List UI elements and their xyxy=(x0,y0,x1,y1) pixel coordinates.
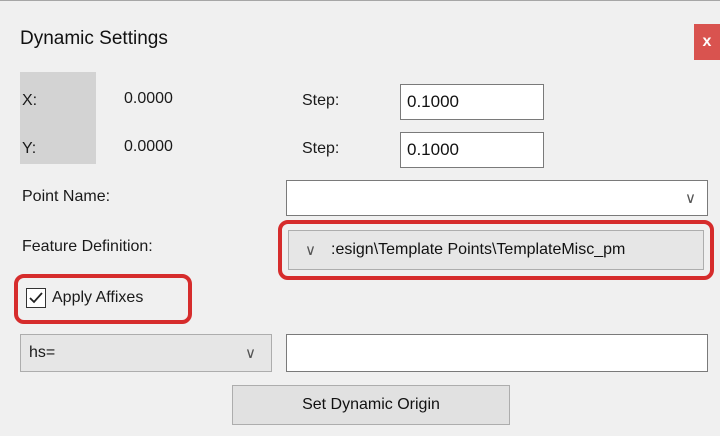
top-border xyxy=(0,0,720,1)
affix-text-input[interactable] xyxy=(286,334,708,372)
point-name-dropdown[interactable]: ∨ xyxy=(286,180,708,216)
close-button[interactable]: x xyxy=(694,24,720,60)
x-label: X: xyxy=(22,92,38,109)
feature-definition-value: :esign\Template Points\TemplateMisc_pm xyxy=(331,241,626,258)
y-label: Y: xyxy=(22,140,37,157)
point-name-label: Point Name: xyxy=(22,188,111,205)
checkmark-icon xyxy=(29,292,43,304)
affix-mode-dropdown[interactable]: hs= ∨ xyxy=(20,334,272,372)
dialog-title: Dynamic Settings xyxy=(20,28,168,49)
affix-mode-value: hs= xyxy=(29,344,56,361)
apply-affixes-checkbox[interactable] xyxy=(26,288,46,308)
feature-definition-label: Feature Definition: xyxy=(22,238,153,255)
y-step-label: Step: xyxy=(302,140,340,157)
x-value: 0.0000 xyxy=(124,90,173,107)
y-step-input[interactable] xyxy=(400,132,544,168)
chevron-down-icon: ∨ xyxy=(685,190,696,207)
x-step-label: Step: xyxy=(302,92,340,109)
apply-affixes-label[interactable]: Apply Affixes xyxy=(52,289,143,307)
set-dynamic-origin-button[interactable]: Set Dynamic Origin xyxy=(232,385,510,425)
chevron-down-icon: ∨ xyxy=(245,345,256,362)
x-step-input[interactable] xyxy=(400,84,544,120)
chevron-down-icon: ∨ xyxy=(305,242,316,259)
feature-definition-dropdown[interactable]: ∨ :esign\Template Points\TemplateMisc_pm xyxy=(288,230,704,270)
y-value: 0.0000 xyxy=(124,138,173,155)
